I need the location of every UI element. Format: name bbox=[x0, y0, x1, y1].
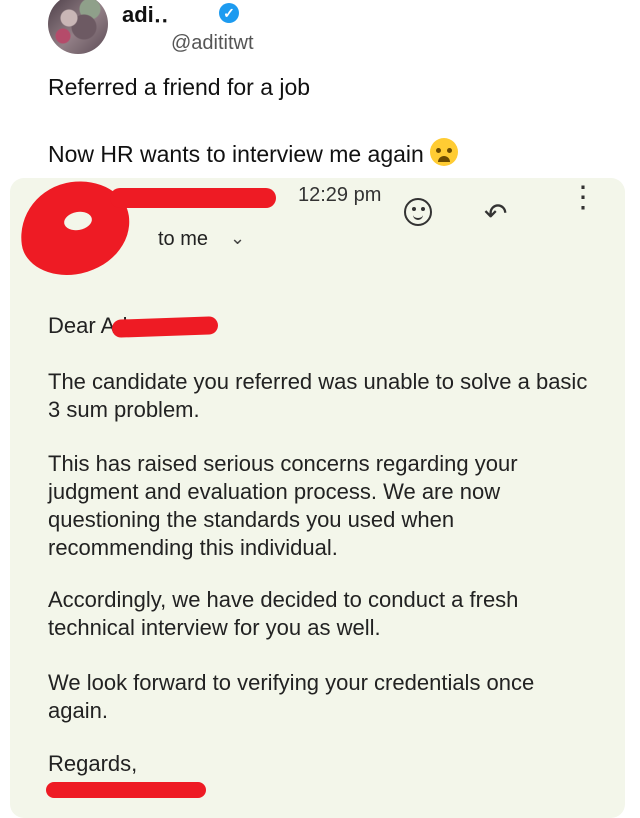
reply-icon[interactable]: ↶ bbox=[484, 197, 507, 230]
verified-badge-icon: ✓ bbox=[219, 3, 239, 23]
email-paragraph-2: This has raised serious concerns regardi… bbox=[48, 451, 518, 560]
tweet-text-line-2-label: Now HR wants to interview me again bbox=[48, 141, 424, 167]
email-time: 12:29 pm bbox=[298, 184, 382, 206]
profile-avatar[interactable] bbox=[48, 0, 108, 54]
more-vertical-icon[interactable]: ⋮ bbox=[568, 183, 598, 213]
redaction-mark bbox=[46, 782, 206, 798]
tweet-text-line-2: Now HR wants to interview me again bbox=[48, 138, 458, 168]
author-name[interactable]: adi‥ bbox=[122, 2, 168, 28]
email-paragraph-1: The candidate you referred was unable to… bbox=[48, 369, 588, 422]
recipient-label[interactable]: to me bbox=[158, 228, 208, 251]
email-paragraph-4: We look forward to verifying your creden… bbox=[48, 670, 535, 723]
redaction-mark bbox=[111, 316, 219, 338]
email-paragraph-3: Accordingly, we have decided to conduct … bbox=[48, 587, 519, 640]
tweet-header: adi‥ ✓ @adititwt bbox=[48, 0, 608, 62]
emoji-reaction-icon[interactable] bbox=[404, 198, 432, 226]
crying-emoji-icon bbox=[429, 138, 458, 166]
author-handle[interactable]: @adititwt bbox=[171, 32, 254, 55]
tweet-text-line-1: Referred a friend for a job bbox=[48, 74, 311, 100]
email-signoff: Regards, bbox=[48, 751, 138, 776]
chevron-down-icon[interactable]: ⌄ bbox=[230, 228, 245, 249]
redaction-mark bbox=[110, 188, 276, 208]
